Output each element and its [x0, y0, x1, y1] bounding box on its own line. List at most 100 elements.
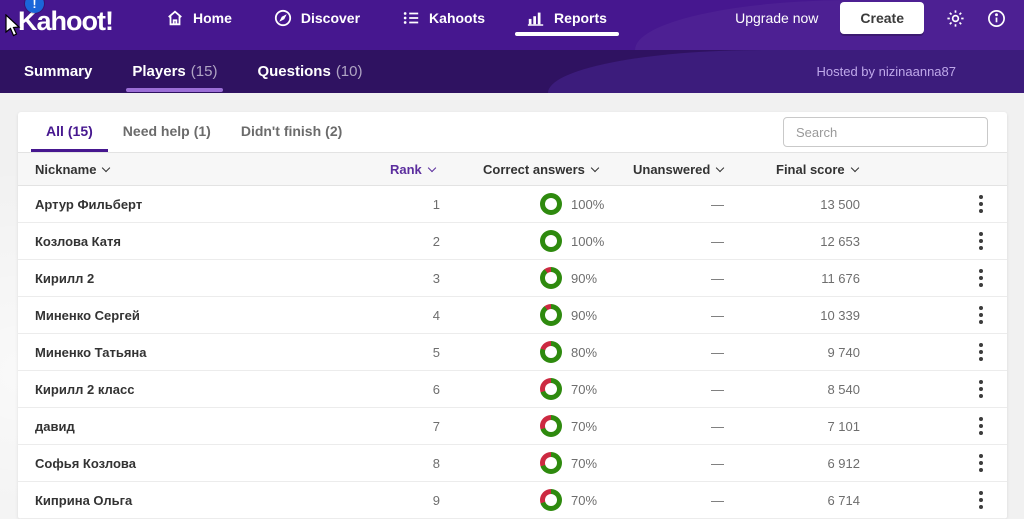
content-area: All (15) Need help (1) Didn't finish (2)… — [0, 93, 1024, 519]
subtab-summary[interactable]: Summary — [24, 50, 92, 93]
row-menu-button[interactable] — [977, 487, 985, 513]
player-unanswered: — — [618, 382, 736, 397]
player-rank: 7 — [390, 419, 440, 434]
correct-answers-donut-chart — [540, 415, 562, 437]
topbar-actions: Upgrade now Create — [735, 0, 1006, 36]
correct-answers-percent: 80% — [571, 345, 597, 360]
player-rank: 6 — [390, 382, 440, 397]
nav-item-discover[interactable]: Discover — [260, 0, 374, 36]
player-correct-answers: 90% — [440, 267, 618, 289]
player-nickname: Киприна Ольга — [35, 493, 390, 508]
correct-answers-percent: 90% — [571, 308, 597, 323]
row-menu-button[interactable] — [977, 339, 985, 365]
create-button[interactable]: Create — [840, 2, 924, 34]
table-row[interactable]: Миненко Татьяна 5 80% — 9 740 — [18, 334, 1007, 371]
table-row[interactable]: Миненко Сергей 4 90% — 10 339 — [18, 297, 1007, 334]
correct-answers-percent: 100% — [571, 197, 604, 212]
player-correct-answers: 80% — [440, 341, 618, 363]
subtab-questions[interactable]: Questions (10) — [257, 50, 362, 93]
player-unanswered: — — [618, 345, 736, 360]
player-final-score: 6 912 — [736, 456, 881, 471]
table-row[interactable]: Козлова Катя 2 100% — 12 653 — [18, 223, 1007, 260]
row-menu-button[interactable] — [977, 228, 985, 254]
player-nickname: Миненко Татьяна — [35, 345, 390, 360]
column-header-final-score[interactable]: Final score — [736, 162, 881, 177]
player-rank: 3 — [390, 271, 440, 286]
player-final-score: 13 500 — [736, 197, 881, 212]
mouse-cursor-icon — [4, 14, 22, 38]
correct-answers-percent: 90% — [571, 271, 597, 286]
column-header-correct-answers[interactable]: Correct answers — [440, 162, 618, 177]
table-row[interactable]: давид 7 70% — 7 101 — [18, 408, 1007, 445]
filter-tab-count: (15) — [68, 123, 93, 139]
main-nav: Home Discover Kahoots Reports — [145, 0, 628, 36]
hosted-by-text: Hosted by nizinaanna87 — [817, 64, 957, 79]
column-header-label: Unanswered — [633, 162, 710, 177]
row-menu-button[interactable] — [977, 191, 985, 217]
nav-item-label: Reports — [554, 10, 607, 26]
table-row[interactable]: Артур Фильберт 1 100% — 13 500 — [18, 186, 1007, 223]
player-final-score: 10 339 — [736, 308, 881, 323]
filter-tabs-row: All (15) Need help (1) Didn't finish (2) — [18, 112, 1007, 152]
player-final-score: 12 653 — [736, 234, 881, 249]
player-rank: 1 — [390, 197, 440, 212]
upgrade-now-link[interactable]: Upgrade now — [735, 10, 818, 26]
correct-answers-percent: 70% — [571, 493, 597, 508]
search-input[interactable] — [783, 117, 988, 147]
player-correct-answers: 100% — [440, 230, 618, 252]
home-icon — [166, 9, 184, 27]
player-rank: 4 — [390, 308, 440, 323]
info-button[interactable] — [987, 9, 1006, 28]
player-rank: 9 — [390, 493, 440, 508]
filter-tab-need-help[interactable]: Need help (1) — [108, 112, 226, 152]
column-header-nickname[interactable]: Nickname — [35, 162, 390, 177]
player-unanswered: — — [618, 308, 736, 323]
table-row[interactable]: Софья Козлова 8 70% — 6 912 — [18, 445, 1007, 482]
row-menu-button[interactable] — [977, 265, 985, 291]
row-menu-button[interactable] — [977, 450, 985, 476]
kahoot-logo[interactable]: Kahoot! ! — [18, 0, 113, 42]
player-unanswered: — — [618, 197, 736, 212]
subtab-players[interactable]: Players (15) — [132, 50, 217, 93]
correct-answers-donut-chart — [540, 452, 562, 474]
column-header-unanswered[interactable]: Unanswered — [618, 162, 736, 177]
correct-answers-donut-chart — [540, 489, 562, 511]
filter-tab-all[interactable]: All (15) — [31, 112, 108, 152]
correct-answers-donut-chart — [540, 341, 562, 363]
nav-item-home[interactable]: Home — [152, 0, 246, 36]
subtab-label: Questions — [257, 63, 330, 80]
player-correct-answers: 70% — [440, 452, 618, 474]
table-body: Артур Фильберт 1 100% — 13 500 Козлова К… — [18, 186, 1007, 519]
filter-tab-didnt-finish[interactable]: Didn't finish (2) — [226, 112, 357, 152]
player-rank: 8 — [390, 456, 440, 471]
player-nickname: Миненко Сергей — [35, 308, 390, 323]
correct-answers-percent: 100% — [571, 234, 604, 249]
player-nickname: давид — [35, 419, 390, 434]
table-row[interactable]: Кирилл 2 класс 6 70% — 8 540 — [18, 371, 1007, 408]
player-nickname: Кирилл 2 класс — [35, 382, 390, 397]
row-menu-button[interactable] — [977, 413, 985, 439]
player-correct-answers: 100% — [440, 193, 618, 215]
settings-button[interactable] — [946, 9, 965, 28]
nav-item-label: Discover — [301, 10, 360, 26]
column-header-label: Nickname — [35, 162, 96, 177]
row-menu-button[interactable] — [977, 376, 985, 402]
top-nav-bar: Kahoot! ! Home Discover Kahoots Reports … — [0, 0, 1024, 50]
row-menu-button[interactable] — [977, 302, 985, 328]
nav-item-reports[interactable]: Reports — [513, 0, 621, 36]
table-row[interactable]: Киприна Ольга 9 70% — 6 714 — [18, 482, 1007, 519]
column-header-label: Correct answers — [483, 162, 585, 177]
player-nickname: Кирилл 2 — [35, 271, 390, 286]
column-header-rank[interactable]: Rank — [390, 162, 440, 177]
chevron-down-icon — [850, 163, 858, 171]
player-unanswered: — — [618, 456, 736, 471]
table-row[interactable]: Кирилл 2 3 90% — 11 676 — [18, 260, 1007, 297]
subtab-label: Summary — [24, 63, 92, 80]
compass-icon — [274, 9, 292, 27]
correct-answers-percent: 70% — [571, 419, 597, 434]
filter-tab-label: Need help — [123, 123, 190, 139]
player-correct-answers: 90% — [440, 304, 618, 326]
player-nickname: Софья Козлова — [35, 456, 390, 471]
nav-item-kahoots[interactable]: Kahoots — [388, 0, 499, 36]
player-final-score: 6 714 — [736, 493, 881, 508]
